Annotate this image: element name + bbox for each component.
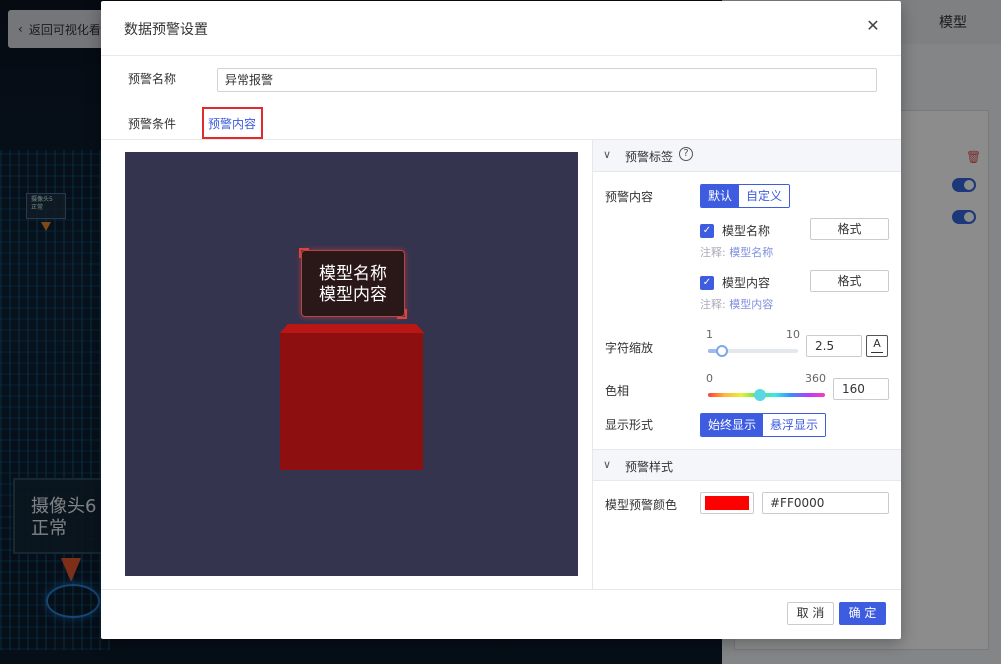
hue-input[interactable]: 160: [833, 378, 889, 400]
alert-settings-dialog: 数据预警设置 ✕ 预警名称 异常报警 预警条件 预警内容 模型名称 模型内容 ∨…: [101, 1, 901, 639]
hue-slider-track[interactable]: [708, 393, 825, 397]
color-picker[interactable]: [700, 492, 754, 514]
scale-min: 1: [706, 328, 713, 341]
divider: [101, 55, 901, 56]
option-always-show[interactable]: 始终显示: [701, 414, 764, 436]
scale-slider-handle[interactable]: [716, 345, 728, 357]
preview-canvas: 模型名称 模型内容: [125, 152, 578, 576]
font-style-button[interactable]: A: [866, 335, 888, 357]
alert-name-label: 预警名称: [128, 72, 177, 86]
checkbox-row-model-content: ✓ 模型内容: [700, 274, 770, 291]
hue-slider-handle[interactable]: [754, 389, 766, 401]
preview-alert-tag: 模型名称 模型内容: [299, 248, 407, 319]
color-swatch-fill: [705, 496, 749, 510]
tab-alert-content[interactable]: 预警内容: [208, 115, 256, 132]
alert-content-label: 预警内容: [605, 190, 654, 204]
option-hover-show[interactable]: 悬浮显示: [763, 414, 826, 436]
divider: [101, 589, 901, 590]
section-title: 预警标签: [625, 150, 674, 164]
chevron-down-icon: ∨: [603, 458, 612, 471]
help-icon[interactable]: ?: [679, 147, 693, 161]
checkbox-row-model-name: ✓ 模型名称: [700, 222, 770, 239]
checkbox-model-name[interactable]: ✓: [700, 223, 714, 238]
scale-max: 10: [786, 328, 800, 341]
checkbox-model-content[interactable]: ✓: [700, 275, 714, 290]
preview-tag-name: 模型名称: [319, 264, 387, 284]
preview-tag-content: 模型内容: [319, 285, 387, 305]
alert-name-input[interactable]: 异常报警: [217, 68, 877, 92]
option-default[interactable]: 默认: [701, 185, 740, 207]
dialog-title: 数据预警设置: [124, 22, 208, 38]
section-alert-style-header[interactable]: ∨ 预警样式: [593, 449, 901, 481]
close-icon[interactable]: ✕: [865, 17, 881, 35]
hue-label: 色相: [605, 384, 630, 398]
note-prefix: 注释:: [700, 246, 726, 259]
section-title: 预警样式: [625, 460, 674, 474]
content-mode-toggle: 默认 自定义: [700, 184, 791, 208]
chevron-down-icon: ∨: [603, 148, 612, 161]
display-mode-toggle: 始终显示 悬浮显示: [700, 413, 827, 437]
tab-alert-condition[interactable]: 预警条件: [128, 115, 176, 132]
color-hex-input[interactable]: #FF0000: [762, 492, 889, 514]
cancel-button[interactable]: 取 消: [787, 602, 834, 625]
scale-input[interactable]: 2.5: [806, 335, 862, 357]
model-alert-color-label: 模型预警颜色: [605, 498, 678, 512]
preview-cube: [280, 333, 423, 470]
note-model-content: 注释: 模型内容: [700, 296, 773, 312]
checkbox-label: 模型名称: [722, 224, 771, 238]
section-alert-label-header[interactable]: ∨ 预警标签 ?: [593, 140, 901, 172]
hue-min: 0: [706, 372, 713, 385]
note-link[interactable]: 模型名称: [729, 246, 773, 259]
settings-panel: ∨ 预警标签 ? 预警内容 默认 自定义 ✓ 模型名称 格式 注释: 模型名称 …: [592, 140, 901, 589]
checkbox-label: 模型内容: [722, 276, 771, 290]
note-model-name: 注释: 模型名称: [700, 244, 773, 260]
option-custom[interactable]: 自定义: [739, 185, 790, 207]
note-prefix: 注释:: [700, 298, 726, 311]
display-mode-label: 显示形式: [605, 418, 654, 432]
char-scale-label: 字符缩放: [605, 341, 654, 355]
hue-max: 360: [805, 372, 826, 385]
confirm-button[interactable]: 确 定: [839, 602, 886, 625]
format-button[interactable]: 格式: [810, 218, 889, 240]
note-link[interactable]: 模型内容: [729, 298, 773, 311]
format-button[interactable]: 格式: [810, 270, 889, 292]
